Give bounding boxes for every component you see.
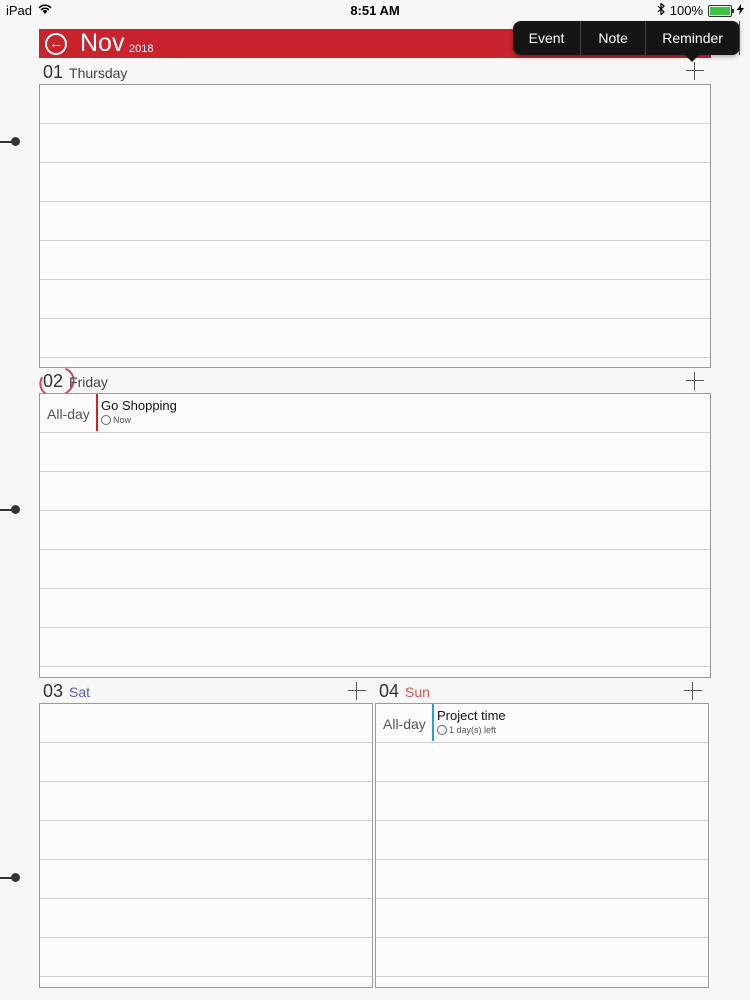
binder-ring bbox=[0, 137, 20, 146]
event-title: Go Shopping bbox=[101, 398, 177, 413]
day-name: Sun bbox=[405, 684, 430, 700]
day-number: 04 bbox=[379, 681, 400, 701]
event-go-shopping[interactable]: Go Shopping Now bbox=[96, 394, 177, 431]
year-label: 2018 bbox=[129, 43, 154, 55]
add-plus-icon[interactable] bbox=[684, 682, 702, 700]
add-plus-icon[interactable] bbox=[686, 372, 704, 390]
reminder-option[interactable]: Reminder bbox=[646, 21, 740, 55]
popover-arrow bbox=[685, 55, 699, 62]
day-box-03[interactable] bbox=[39, 703, 373, 988]
battery-percent: 100% bbox=[669, 3, 703, 18]
day-box-04[interactable]: All-day Project time 1 day(s) left bbox=[375, 703, 709, 988]
binder-ring bbox=[0, 873, 20, 882]
day-number: 02 bbox=[43, 371, 64, 391]
binder-ring bbox=[0, 505, 20, 514]
note-option[interactable]: Note bbox=[581, 21, 647, 55]
all-day-label: All-day bbox=[383, 716, 426, 732]
event-status: Now bbox=[113, 415, 132, 425]
day-name: Thursday bbox=[69, 65, 128, 81]
day-label-01: 01 Thursday bbox=[43, 62, 127, 83]
day-number: 01 bbox=[43, 62, 64, 82]
clock-icon bbox=[437, 725, 447, 735]
all-day-label: All-day bbox=[47, 406, 90, 422]
day-number: 03 bbox=[43, 681, 64, 701]
day-box-02[interactable]: All-day Go Shopping Now bbox=[39, 393, 711, 678]
back-arrow-icon[interactable]: ← bbox=[45, 33, 67, 55]
add-item-popover: Event Note Reminder bbox=[513, 21, 740, 62]
event-project-time[interactable]: Project time 1 day(s) left bbox=[432, 704, 506, 741]
event-option[interactable]: Event bbox=[513, 21, 582, 55]
battery-icon bbox=[708, 4, 734, 17]
event-color-bar bbox=[96, 394, 98, 431]
day-name: Sat bbox=[69, 684, 91, 700]
status-bar: iPad 8:51 AM 100% bbox=[0, 0, 750, 20]
day-name: Friday bbox=[69, 374, 108, 390]
event-title: Project time bbox=[437, 708, 506, 723]
day-label-03: 03 Sat bbox=[43, 681, 90, 702]
day-box-01[interactable] bbox=[39, 84, 711, 368]
status-time: 8:51 AM bbox=[350, 3, 400, 18]
charging-icon bbox=[737, 3, 744, 18]
bluetooth-icon bbox=[657, 2, 665, 18]
month-label: Nov bbox=[80, 29, 125, 57]
event-color-bar bbox=[432, 704, 434, 741]
day-label-02: 02 Friday bbox=[43, 371, 108, 392]
day-label-04: 04 Sun bbox=[379, 681, 430, 702]
clock-icon bbox=[101, 415, 111, 425]
add-plus-icon[interactable] bbox=[348, 682, 366, 700]
event-status: 1 day(s) left bbox=[449, 725, 497, 735]
add-plus-icon[interactable] bbox=[686, 62, 704, 80]
